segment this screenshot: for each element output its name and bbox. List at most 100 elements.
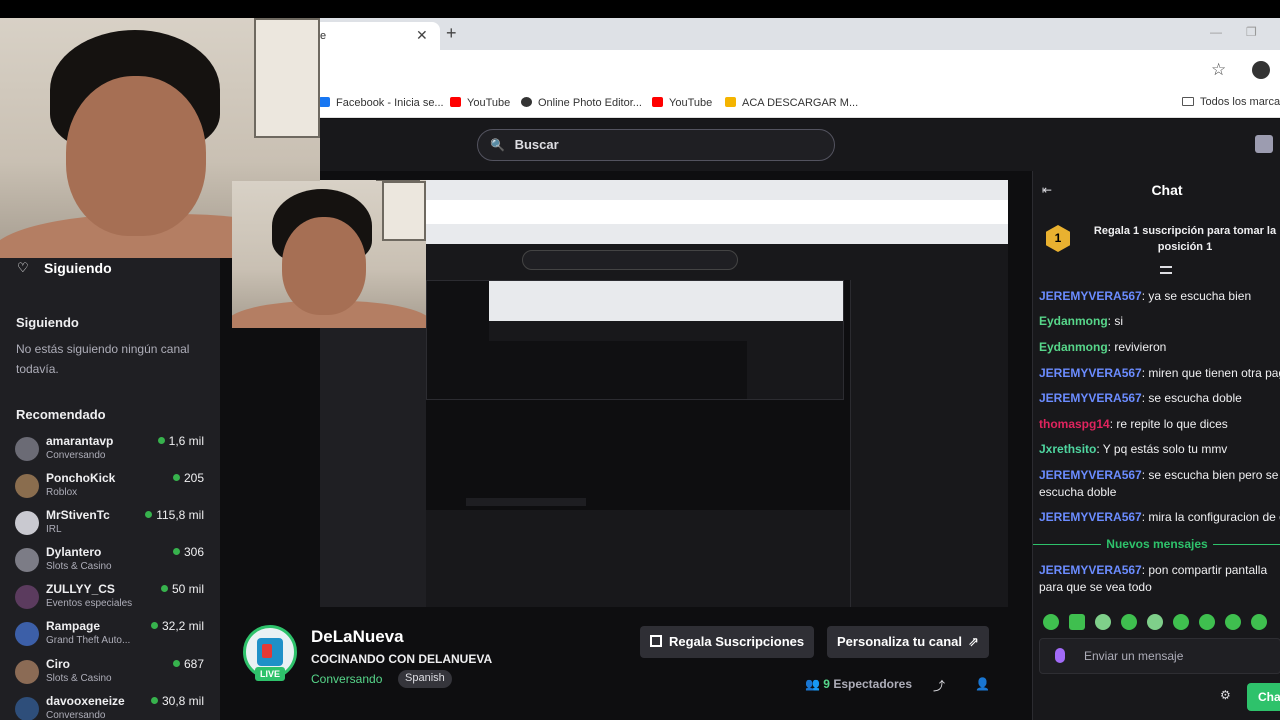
chat-username[interactable]: JEREMYVERA567 [1039, 366, 1142, 380]
emote-icon[interactable] [1251, 614, 1267, 630]
bookmark-youtube-2[interactable]: YouTube [652, 97, 712, 109]
bookmark-star-icon[interactable]: ☆ [1211, 60, 1226, 80]
gift-icon [650, 635, 662, 647]
chat-text: : se escucha doble [1141, 391, 1242, 405]
microphone-icon[interactable] [1055, 648, 1065, 663]
chat-send-button[interactable]: Chat [1247, 683, 1280, 711]
chat-message: JEREMYVERA567: miren que tienen otra pag… [1039, 365, 1280, 382]
captured-sidebar [320, 325, 426, 607]
captured-search [522, 250, 738, 270]
streamer-name[interactable]: DeLaNueva [311, 627, 404, 647]
chat-username[interactable]: thomaspg14 [1039, 417, 1110, 431]
chat-input-placeholder: Enviar un mensaje [1084, 649, 1184, 663]
emote-icon[interactable] [1095, 614, 1111, 630]
avatar [15, 474, 39, 498]
sidebar-channel[interactable]: Dylantero Slots & Casino 306 [15, 545, 210, 581]
chat-text: : ya se escucha bien [1141, 289, 1252, 303]
gift-subs-button[interactable]: Regala Suscripciones [640, 626, 815, 658]
live-badge: LIVE [255, 667, 285, 681]
chat-title: Chat [1151, 182, 1183, 198]
bookmarks-folder[interactable]: Todos los marcad [1182, 96, 1280, 108]
emote-icon[interactable] [1043, 614, 1059, 630]
chat-username[interactable]: Eydanmong [1039, 314, 1108, 328]
chat-text: : si [1107, 314, 1124, 328]
tab-label: e [320, 30, 327, 42]
avatar [15, 511, 39, 535]
chat-username[interactable]: JEREMYVERA567 [1039, 563, 1142, 577]
channel-name: amarantavp [46, 434, 114, 448]
search-input[interactable]: 🔍 Buscar [477, 129, 835, 161]
restore-icon[interactable]: ❐ [1246, 25, 1257, 39]
chat-text: : mira la configuracion de ob [1141, 510, 1280, 524]
new-messages-divider[interactable]: Nuevos mensajes [1033, 537, 1280, 551]
drag-handle-icon[interactable] [1160, 266, 1172, 274]
viewer-count: 306 [173, 545, 204, 559]
sidebar-channel[interactable]: PonchoKick Roblox 205 [15, 471, 210, 507]
channel-category: Grand Theft Auto... [46, 635, 131, 646]
emote-icon[interactable] [1173, 614, 1189, 630]
facebook-icon [319, 97, 330, 107]
browser-tab[interactable]: e ✕ [300, 22, 440, 50]
sidebar-channel[interactable]: Ciro Slots & Casino 687 [15, 657, 210, 693]
chat-username[interactable]: JEREMYVERA567 [1039, 468, 1142, 482]
webcam-face [282, 217, 366, 315]
customize-channel-button[interactable]: Personaliza tu canal ⇗ [827, 626, 989, 658]
notification-icon[interactable] [1255, 135, 1273, 153]
avatar [15, 585, 39, 609]
stream-category[interactable]: Conversando [311, 672, 382, 686]
chat-message-input[interactable]: Enviar un mensaje [1039, 638, 1280, 674]
folder-icon [1182, 97, 1194, 106]
gear-icon[interactable]: ⚙ [1220, 688, 1231, 702]
external-link-icon: ⇗ [968, 634, 979, 649]
chat-message: Jxrethsito: Y pq estás solo tu mmv [1039, 441, 1280, 458]
youtube-icon [652, 97, 663, 107]
channel-name: Dylantero [46, 545, 102, 559]
emote-icon[interactable] [1147, 614, 1163, 630]
sidebar-channel[interactable]: davooxeneize Conversando 30,8 mil [15, 694, 210, 720]
captured-video [426, 280, 850, 510]
channel-category: IRL [46, 524, 62, 535]
emote-icon[interactable] [1225, 614, 1241, 630]
channel-name: PonchoKick [46, 471, 116, 485]
emote-icon[interactable] [1121, 614, 1137, 630]
sidebar-channel[interactable]: amarantavp Conversando 1,6 mil [15, 434, 210, 470]
following-section-title: Siguiendo [16, 315, 79, 330]
nested-topnav [489, 321, 843, 341]
close-tab-icon[interactable]: ✕ [416, 27, 428, 44]
stream-title: COCINANDO CON DELANUEVA [311, 652, 493, 666]
follow-user-icon[interactable]: 👤 [975, 677, 990, 691]
bookmark-facebook[interactable]: Facebook - Inicia se... [319, 97, 444, 109]
avatar [15, 622, 39, 646]
following-header[interactable]: Siguiendo [44, 260, 112, 276]
logo-accent [262, 644, 272, 658]
language-tag[interactable]: Spanish [398, 670, 452, 688]
chat-username[interactable]: JEREMYVERA567 [1039, 289, 1142, 303]
minimize-icon[interactable]: — [1210, 25, 1222, 39]
new-tab-icon[interactable]: + [446, 23, 457, 44]
bookmark-photo-editor[interactable]: Online Photo Editor... [521, 97, 642, 109]
following-empty-text: No estás siguiendo ningún canal todavía. [16, 342, 190, 376]
channel-category: Roblox [46, 487, 78, 498]
chat-message: Eydanmong: si [1039, 313, 1280, 330]
profile-avatar[interactable] [1252, 61, 1270, 79]
chat-message: JEREMYVERA567: pon compartir pantalla pa… [1039, 562, 1280, 596]
webcam-face [66, 76, 206, 236]
avatar [15, 437, 39, 461]
bookmark-youtube[interactable]: YouTube [450, 97, 510, 109]
gift-promo-text[interactable]: Regala 1 suscripción para tomar la posic… [1090, 223, 1280, 255]
emote-icon[interactable] [1069, 614, 1085, 630]
share-icon[interactable]: ⤴ [933, 677, 945, 694]
sidebar-channel[interactable]: Rampage Grand Theft Auto... 32,2 mil [15, 619, 210, 655]
chat-username[interactable]: JEREMYVERA567 [1039, 510, 1142, 524]
sidebar-channel[interactable]: ZULLYY_CS Eventos especiales 50 mil [15, 582, 210, 618]
sidebar-channel[interactable]: MrStivenTc IRL 115,8 mil [15, 508, 210, 544]
viewer-count: 30,8 mil [151, 694, 204, 708]
chat-username[interactable]: Jxrethsito [1039, 442, 1096, 456]
emote-icon[interactable] [1199, 614, 1215, 630]
bookmark-descargar[interactable]: ACA DESCARGAR M... [725, 97, 858, 109]
captured-chat [850, 280, 1008, 607]
chat-username[interactable]: JEREMYVERA567 [1039, 391, 1142, 405]
channel-name: ZULLYY_CS [46, 582, 115, 596]
bookmarks-folder-label: Todos los marcad [1200, 96, 1280, 108]
chat-username[interactable]: Eydanmong [1039, 340, 1108, 354]
